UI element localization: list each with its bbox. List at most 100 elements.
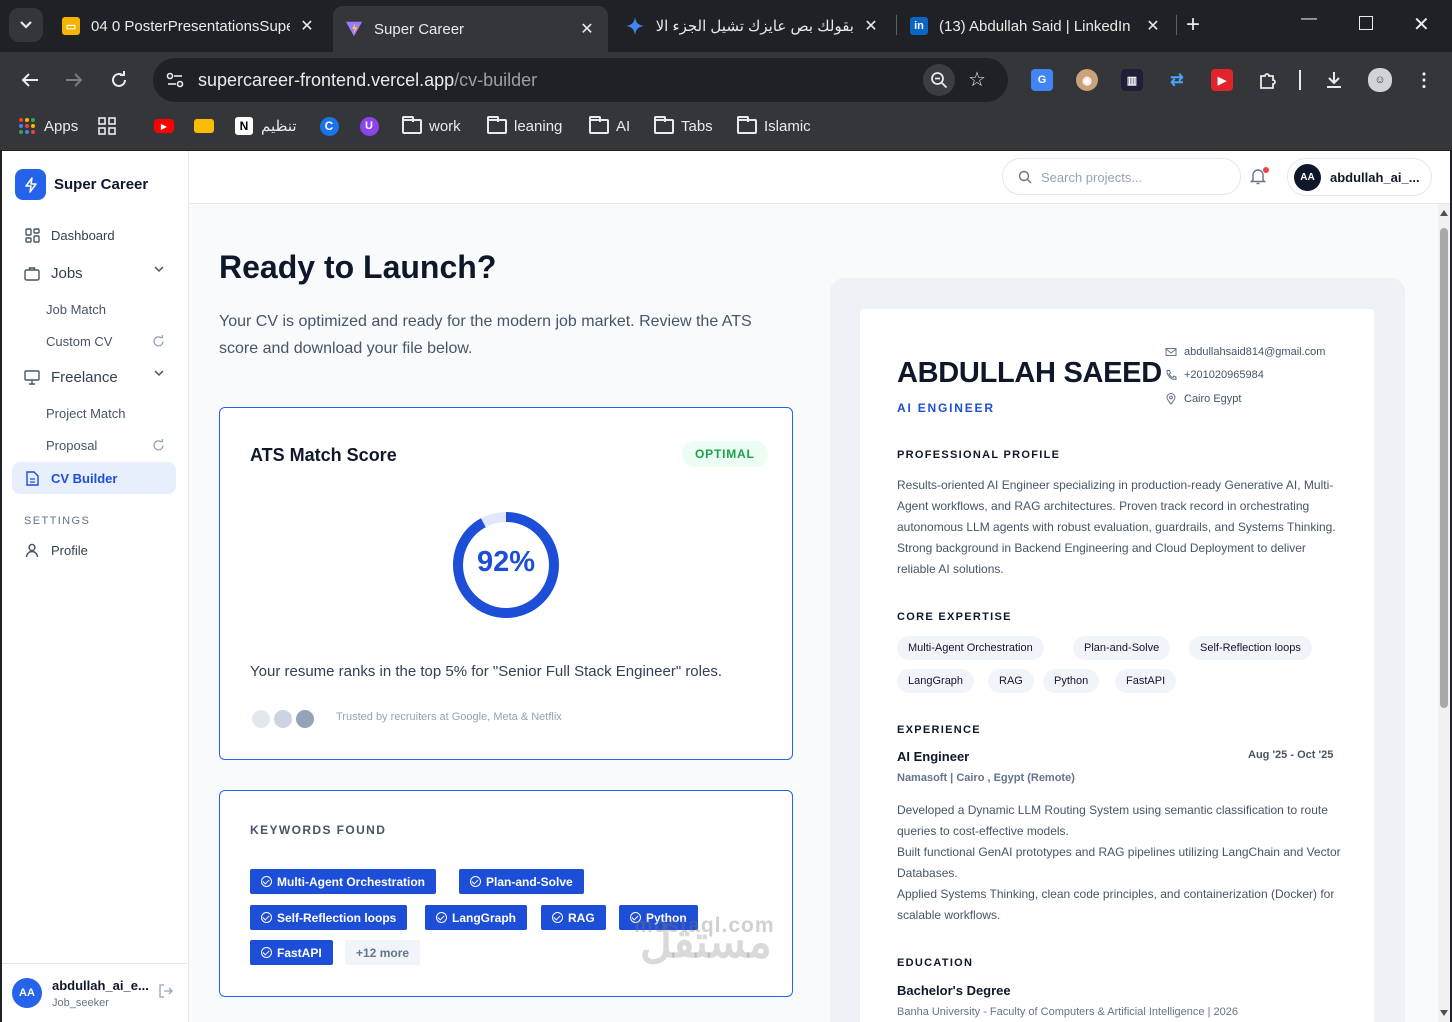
job-bullet: Applied Systems Thinking, clean code pri… xyxy=(897,887,1335,922)
back-arrow-icon[interactable] xyxy=(14,64,46,96)
sidebar-user-card: AA abdullah_ai_e... Job_seeker xyxy=(2,963,189,1022)
browser-tab[interactable]: بقولك بص عايزك تشيل الجزء الا ✕ xyxy=(614,8,892,44)
extension-swap-icon[interactable]: ⇄ xyxy=(1166,69,1188,91)
scroll-down-arrow-icon[interactable] xyxy=(1440,1010,1448,1016)
keyword-chip: LangGraph xyxy=(425,905,528,930)
forward-arrow-icon[interactable] xyxy=(58,64,90,96)
section-heading: CORE EXPERTISE xyxy=(897,611,1012,623)
job-bullet: Developed a Dynamic LLM Routing System u… xyxy=(897,803,1328,838)
sidebar-item-custom-cv[interactable]: Custom CV xyxy=(46,334,112,349)
sidebar-item-cv-builder[interactable]: CV Builder xyxy=(12,462,176,494)
avatar xyxy=(294,708,316,730)
map-pin-icon xyxy=(1166,393,1176,405)
close-icon[interactable]: ✕ xyxy=(862,16,880,36)
bookmark-u[interactable]: U xyxy=(359,114,386,138)
chevron-down-icon xyxy=(154,266,164,273)
bookmark-c[interactable]: C xyxy=(319,114,346,138)
brand-name: Super Career xyxy=(54,176,149,193)
sidebar-item-dashboard[interactable]: Dashboard xyxy=(12,219,176,251)
site-settings-icon[interactable] xyxy=(165,70,185,90)
extension-video-icon[interactable]: ▶ xyxy=(1211,69,1233,91)
bookmark-grid[interactable] xyxy=(97,114,124,138)
bookmark-meet[interactable] xyxy=(194,114,221,138)
user-menu-button[interactable]: AA abdullah_ai_... xyxy=(1287,158,1432,196)
skill-chip: Self-Reflection loops xyxy=(1189,636,1312,660)
bookmark-notion[interactable]: N تنظيم xyxy=(234,114,297,138)
extension-face-icon[interactable]: ◉ xyxy=(1076,69,1098,91)
user-name: abdullah_ai_e... xyxy=(52,978,149,993)
sidebar-item-project-match[interactable]: Project Match xyxy=(46,406,125,421)
sidebar-item-label: Jobs xyxy=(51,264,83,282)
tab-title: بقولك بص عايزك تشيل الجزء الا xyxy=(655,18,854,35)
download-icon[interactable] xyxy=(1323,69,1345,91)
sidebar-item-proposal[interactable]: Proposal xyxy=(46,438,97,453)
address-bar[interactable]: supercareer-frontend.vercel.app/cv-build… xyxy=(153,58,1008,102)
page-subtitle: Your CV is optimized and ready for the m… xyxy=(219,313,752,357)
scroll-thumb[interactable] xyxy=(1440,228,1448,708)
ats-score-card: ATS Match Score OPTIMAL 92% Your resume … xyxy=(219,407,793,760)
page-scrollbar[interactable] xyxy=(1438,204,1450,1022)
c-logo-icon: C xyxy=(319,116,339,136)
more-keywords-badge[interactable]: +12 more xyxy=(345,940,421,965)
u-logo-icon: U xyxy=(359,116,379,136)
close-icon[interactable]: ✕ xyxy=(578,19,596,39)
brand[interactable]: Super Career xyxy=(15,169,148,200)
sidebar-item-job-match[interactable]: Job Match xyxy=(46,302,106,317)
main-content: Ready to Launch? Your CV is optimized an… xyxy=(189,204,1450,1022)
profile-avatar-icon[interactable]: ☺ xyxy=(1368,68,1392,92)
minimize-icon[interactable]: — xyxy=(1301,10,1317,28)
resume-document: ABDULLAH SAEED AI ENGINEER abdullahsaid8… xyxy=(860,309,1374,1022)
sidebar-item-freelance[interactable]: Freelance xyxy=(12,361,176,393)
phone-icon xyxy=(1166,370,1177,381)
resume-name: ABDULLAH SAEED xyxy=(897,357,1162,389)
briefcase-icon xyxy=(24,265,40,281)
resume-email: abdullahsaid814@gmail.com xyxy=(1165,346,1325,358)
gemini-icon xyxy=(626,17,644,35)
skill-chip: Plan-and-Solve xyxy=(1073,636,1171,660)
user-name: abdullah_ai_... xyxy=(1330,170,1420,185)
new-tab-plus-icon[interactable]: + xyxy=(1186,12,1200,38)
browser-tab[interactable]: ▭ 04 0 PosterPresentationsSupe ✕ xyxy=(50,8,328,44)
video-camera-icon xyxy=(194,116,214,136)
more-menu-icon[interactable]: ⋮ xyxy=(1413,69,1435,91)
bookmark-apps[interactable]: Apps xyxy=(17,114,78,138)
extension-book-icon[interactable]: ▥ xyxy=(1121,69,1143,91)
maximize-icon[interactable] xyxy=(1359,16,1373,30)
avatar[interactable]: AA xyxy=(12,978,42,1008)
sidebar-item-jobs[interactable]: Jobs xyxy=(12,257,176,289)
bookmark-folder-tabs[interactable]: Tabs xyxy=(654,114,713,138)
search-box xyxy=(1002,158,1241,195)
search-input[interactable] xyxy=(1041,167,1231,187)
keyword-chip: Multi-Agent Orchestration xyxy=(250,869,437,894)
close-icon[interactable]: ✕ xyxy=(298,16,316,36)
browser-tab-active[interactable]: Super Career ✕ xyxy=(333,6,608,52)
scroll-up-arrow-icon[interactable] xyxy=(1440,210,1448,216)
job-bullet: Built functional GenAI prototypes and RA… xyxy=(897,845,1341,880)
toolbar-separator xyxy=(1299,70,1301,90)
url-text[interactable]: supercareer-frontend.vercel.app/cv-build… xyxy=(198,70,537,91)
grid-icon xyxy=(97,116,117,136)
extensions-puzzle-icon[interactable] xyxy=(1257,69,1279,91)
youtube-icon: ▶ xyxy=(154,116,174,136)
sidebar-item-profile[interactable]: Profile xyxy=(12,534,176,566)
document-icon xyxy=(24,470,40,486)
bookmark-folder-work[interactable]: work xyxy=(402,114,461,138)
section-heading: EDUCATION xyxy=(897,957,974,969)
tab-search-button[interactable] xyxy=(9,8,43,42)
logout-icon[interactable] xyxy=(159,984,173,998)
google-translate-icon[interactable]: G xyxy=(1031,69,1053,91)
close-icon[interactable]: ✕ xyxy=(1144,16,1162,36)
bookmark-star-icon[interactable]: ☆ xyxy=(968,67,986,92)
window-close-icon[interactable]: ✕ xyxy=(1413,12,1430,37)
browser-tab[interactable]: in (13) Abdullah Said | LinkedIn ✕ xyxy=(898,8,1174,44)
avatar xyxy=(272,708,294,730)
notion-icon: N xyxy=(234,116,254,136)
bookmark-folder-ai[interactable]: AI xyxy=(589,114,630,138)
bookmark-folder-leaning[interactable]: leaning xyxy=(487,114,562,138)
bookmark-folder-islamic[interactable]: Islamic xyxy=(737,114,811,138)
zoom-icon[interactable] xyxy=(923,64,955,96)
keyword-chip: RAG xyxy=(541,905,606,930)
reload-icon[interactable] xyxy=(103,64,135,96)
bookmark-youtube[interactable]: ▶ xyxy=(154,114,181,138)
trust-text: Trusted by recruiters at Google, Meta & … xyxy=(336,711,562,723)
